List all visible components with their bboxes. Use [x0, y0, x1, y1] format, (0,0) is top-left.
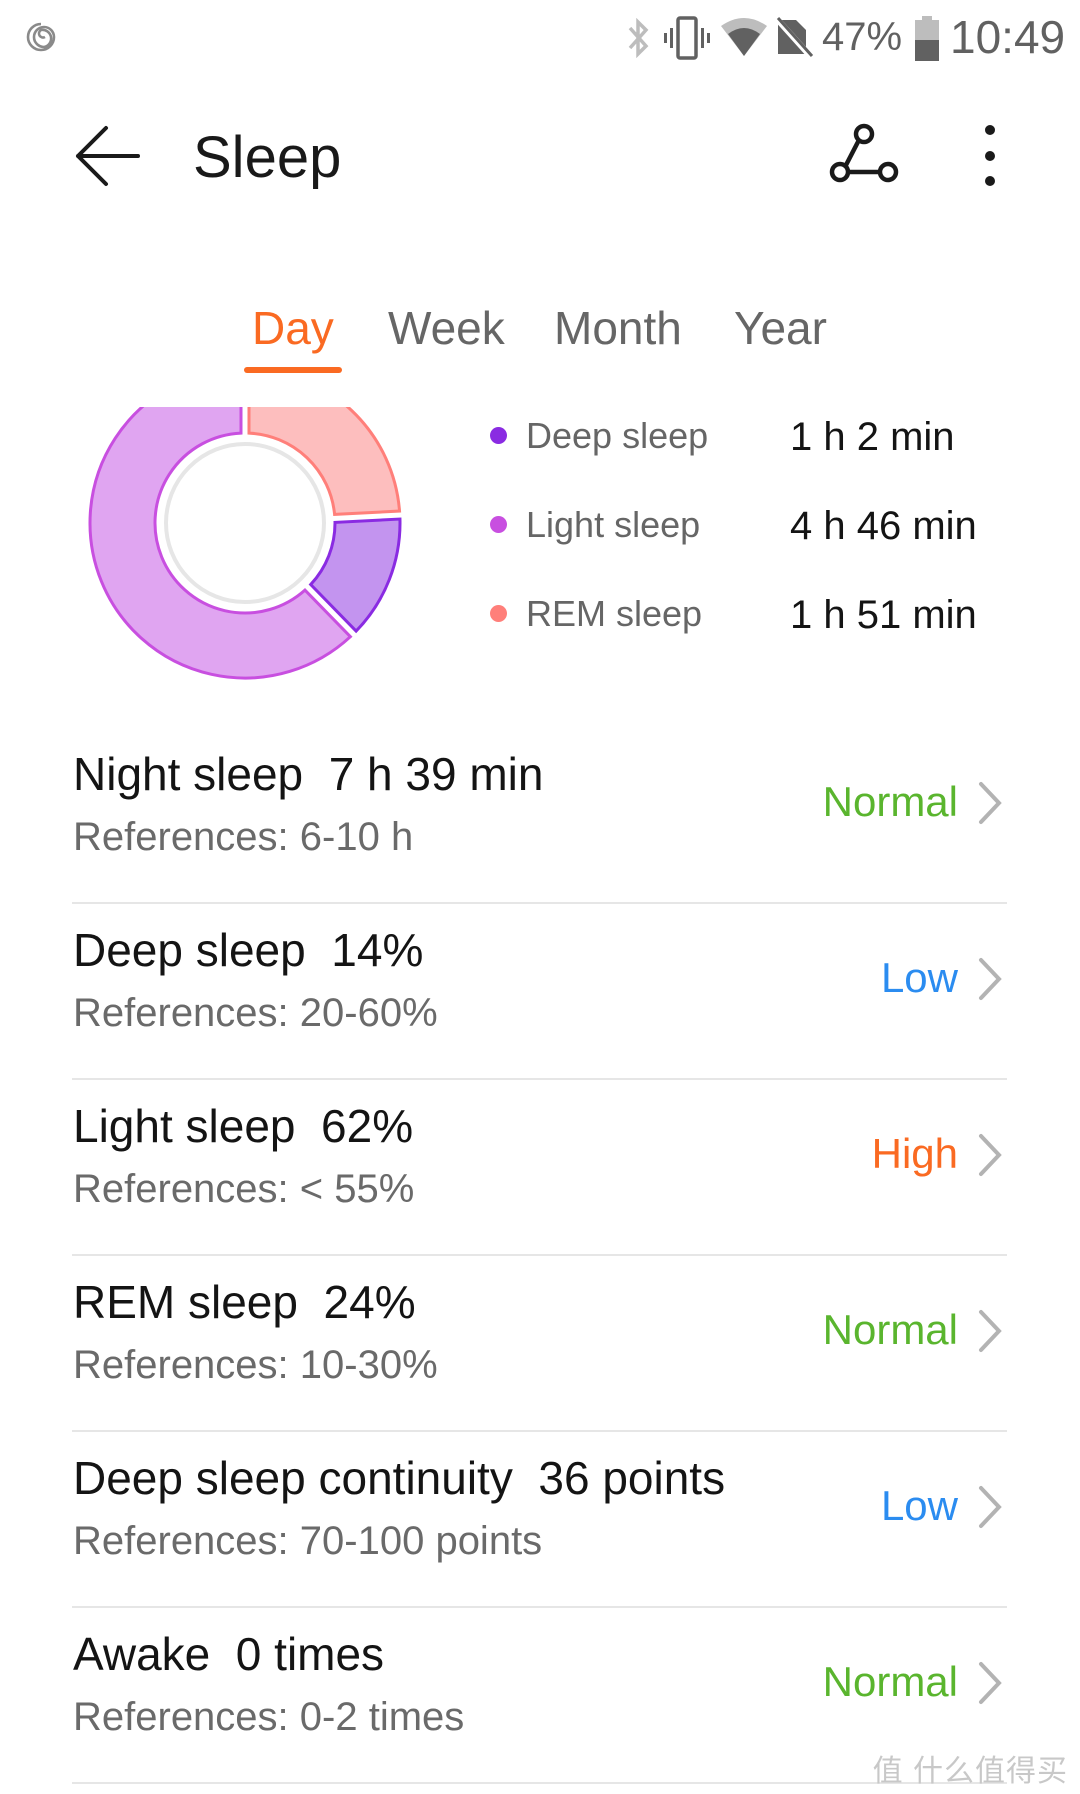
metric-row-night-sleep[interactable]: Night sleep 7 h 39 min References: 6-10 …	[0, 728, 1080, 904]
metric-reference: References: 20-60%	[73, 991, 438, 1035]
metric-title: Deep sleep continuity 36 points	[73, 1452, 726, 1504]
tab-week[interactable]: Week	[388, 300, 505, 356]
no-sim-icon	[774, 16, 814, 58]
share-button[interactable]	[820, 115, 910, 205]
metric-status: Normal	[822, 1306, 958, 1353]
legend-value: 4 h 46 min	[790, 504, 977, 548]
clock: 10:49	[950, 11, 1066, 63]
app-swirl-icon	[26, 22, 56, 52]
metric-status: Low	[880, 1482, 958, 1529]
chevron-right-icon	[979, 1486, 1002, 1528]
active-tab-indicator	[244, 367, 342, 373]
arrow-left-icon	[76, 126, 140, 186]
wifi-icon	[721, 18, 767, 56]
tab-year[interactable]: Year	[734, 300, 827, 356]
metric-row-rem-sleep[interactable]: REM sleep 24% References: 10-30% Normal	[0, 1256, 1080, 1432]
metric-title: Night sleep 7 h 39 min	[73, 748, 544, 800]
metric-row-light-sleep[interactable]: Light sleep 62% References: < 55% High	[0, 1080, 1080, 1256]
metric-title: Deep sleep 14%	[73, 924, 424, 976]
metric-row-deep-sleep[interactable]: Deep sleep 14% References: 20-60% Low	[0, 904, 1080, 1080]
metric-reference: References: < 55%	[73, 1167, 415, 1211]
rem-sleep-dot-icon	[490, 605, 507, 622]
metric-title: Awake 0 times	[73, 1628, 385, 1680]
chevron-right-icon	[979, 1134, 1002, 1176]
metric-status: Normal	[822, 778, 958, 825]
legend-label: Light sleep	[526, 504, 701, 545]
chevron-right-icon	[979, 1662, 1002, 1704]
metric-reference: References: 10-30%	[73, 1343, 438, 1387]
more-options-button[interactable]	[955, 115, 1025, 205]
light-sleep-dot-icon	[490, 516, 507, 533]
vibrate-icon	[664, 16, 710, 60]
page-title: Sleep	[193, 125, 342, 190]
divider	[72, 1782, 1007, 1784]
legend-label: REM sleep	[526, 593, 703, 634]
chevron-right-icon	[979, 1310, 1002, 1352]
metric-row-deep-sleep-continuity[interactable]: Deep sleep continuity 36 points Referenc…	[0, 1432, 1080, 1608]
bluetooth-icon	[628, 18, 649, 58]
more-vertical-icon	[985, 125, 995, 186]
chevron-right-icon	[979, 958, 1002, 1000]
share-icon	[829, 123, 899, 183]
legend-value: 1 h 51 min	[790, 593, 977, 637]
tab-month[interactable]: Month	[554, 300, 682, 356]
metric-title: Light sleep 62%	[73, 1100, 414, 1152]
metric-title: REM sleep 24%	[73, 1276, 416, 1328]
donut-svg	[88, 407, 402, 680]
legend-label: Deep sleep	[526, 415, 709, 456]
metric-reference: References: 70-100 points	[73, 1519, 543, 1563]
donut-center	[164, 442, 326, 604]
tab-day[interactable]: Day	[252, 300, 334, 356]
metric-status: Normal	[822, 1658, 958, 1705]
legend-value: 1 h 2 min	[790, 415, 955, 459]
status-bar: 47% 10:49	[0, 0, 1080, 75]
metric-status: High	[871, 1130, 958, 1177]
watermark: 值 什么值得买	[872, 1755, 1068, 1788]
metric-status: Low	[880, 954, 958, 1001]
back-button[interactable]	[68, 118, 148, 198]
sleep-donut-chart	[0, 407, 460, 707]
metric-reference: References: 0-2 times	[73, 1695, 465, 1739]
battery-icon	[915, 16, 939, 61]
metric-reference: References: 6-10 h	[73, 815, 414, 859]
chevron-right-icon	[979, 782, 1002, 824]
deep-sleep-dot-icon	[490, 427, 507, 444]
battery-percent: 47%	[822, 15, 903, 59]
